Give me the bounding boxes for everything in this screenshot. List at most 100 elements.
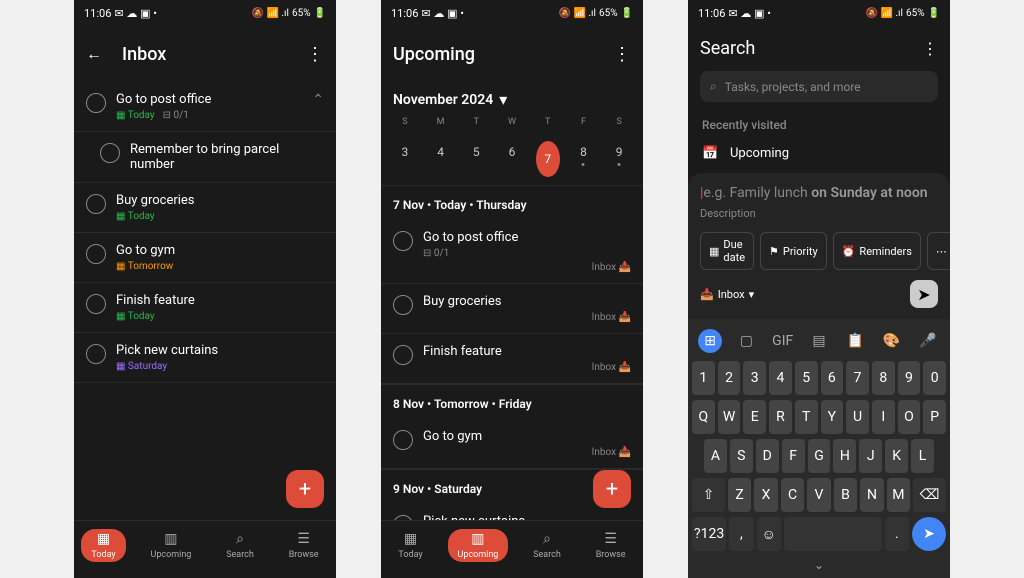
task-checkbox[interactable] (86, 194, 106, 214)
due-date-chip[interactable]: ▦Due date (700, 232, 754, 270)
add-task-fab[interactable]: + (593, 470, 631, 508)
kb-key[interactable]: L (911, 439, 934, 473)
priority-chip[interactable]: ⚑Priority (760, 232, 827, 270)
kb-key[interactable]: 0 (923, 361, 946, 395)
kb-key[interactable]: O (898, 400, 921, 434)
task-row[interactable]: Go to post office ▦ Today⊟ 0/1 ⌃ (74, 82, 336, 132)
kb-key[interactable]: W (718, 400, 741, 434)
more-chip[interactable]: ⋯ (927, 232, 950, 270)
kb-key[interactable]: A (704, 439, 727, 473)
kb-key[interactable]: 4 (769, 361, 792, 395)
kb-key[interactable]: D (756, 439, 779, 473)
overflow-icon[interactable]: ⋮ (306, 44, 324, 65)
task-row[interactable]: Pick new curtains ▦ Saturday (74, 333, 336, 383)
nav-upcoming[interactable]: ▥Upcoming (141, 529, 202, 562)
overflow-icon[interactable]: ⋮ (922, 39, 938, 58)
task-checkbox[interactable] (393, 295, 413, 315)
nav-browse[interactable]: ☰Browse (586, 529, 636, 562)
kb-emoji[interactable]: ☺ (757, 517, 781, 551)
kb-key[interactable]: J (859, 439, 882, 473)
kb-key[interactable]: 7 (846, 361, 869, 395)
calendar-day[interactable]: 3 (387, 141, 423, 177)
kb-key[interactable]: 5 (795, 361, 818, 395)
task-checkbox[interactable] (86, 294, 106, 314)
kb-tool-clipboard[interactable]: 📋 (843, 329, 867, 353)
project-selector[interactable]: 📥Inbox ▾ (700, 288, 754, 301)
kb-key[interactable]: 8 (872, 361, 895, 395)
kb-tool-translate[interactable]: ▤ (807, 329, 831, 353)
kb-key[interactable]: M (887, 478, 910, 512)
task-row[interactable]: Remember to bring parcel number (74, 132, 336, 183)
kb-key[interactable]: P (923, 400, 946, 434)
kb-key[interactable]: 2 (718, 361, 741, 395)
kb-key[interactable]: 9 (898, 361, 921, 395)
collapse-icon[interactable]: ⌃ (312, 92, 324, 108)
calendar-day[interactable]: 5 (458, 141, 494, 177)
kb-collapse-icon[interactable]: ⌄ (692, 556, 946, 572)
kb-key[interactable]: X (754, 478, 777, 512)
add-task-fab[interactable]: + (286, 470, 324, 508)
task-row[interactable]: Go to gym Inbox 📥 (381, 419, 643, 469)
kb-tool-gif[interactable]: GIF (771, 329, 795, 353)
search-input[interactable]: ⌕ Tasks, projects, and more (700, 71, 938, 102)
kb-key[interactable]: S (730, 439, 753, 473)
description-input[interactable]: Description (700, 207, 938, 220)
task-checkbox[interactable] (393, 430, 413, 450)
kb-space[interactable] (784, 517, 882, 551)
kb-key[interactable]: K (885, 439, 908, 473)
overflow-icon[interactable]: ⋮ (613, 44, 631, 65)
kb-key[interactable]: ⌫ (913, 478, 946, 512)
nav-today[interactable]: ▦Today (81, 529, 125, 562)
task-row[interactable]: Finish feature ▦ Today (74, 283, 336, 333)
task-checkbox[interactable] (86, 244, 106, 264)
kb-key[interactable]: 1 (692, 361, 715, 395)
task-row[interactable]: Buy groceries ▦ Today (74, 183, 336, 233)
task-name-input[interactable]: |e.g. Family lunch on Sunday at noon (700, 185, 938, 201)
kb-tool-grid[interactable]: ⊞ (698, 329, 722, 353)
kb-symbols[interactable]: ?123 (692, 517, 726, 551)
kb-tool-mic[interactable]: 🎤 (916, 329, 940, 353)
kb-key[interactable]: 6 (821, 361, 844, 395)
kb-comma[interactable]: , (729, 517, 753, 551)
submit-button[interactable]: ➤ (910, 280, 938, 308)
kb-send[interactable]: ➤ (912, 517, 946, 551)
kb-tool-sticker[interactable]: ▢ (734, 329, 758, 353)
kb-key[interactable]: F (782, 439, 805, 473)
calendar-day[interactable]: 6 (494, 141, 530, 177)
calendar-day[interactable]: 8 (566, 141, 602, 177)
task-row[interactable]: Finish feature Inbox 📥 (381, 334, 643, 384)
task-checkbox[interactable] (86, 93, 106, 113)
kb-key[interactable]: E (743, 400, 766, 434)
nav-browse[interactable]: ☰Browse (279, 529, 329, 562)
kb-key[interactable]: 3 (743, 361, 766, 395)
task-row[interactable]: Buy groceries Inbox 📥 (381, 284, 643, 334)
task-checkbox[interactable] (393, 345, 413, 365)
kb-key[interactable]: V (807, 478, 830, 512)
task-row[interactable]: Go to post office⊟ 0/1 Inbox 📥 (381, 220, 643, 284)
kb-key[interactable]: I (872, 400, 895, 434)
nav-upcoming[interactable]: ▥Upcoming (448, 529, 509, 562)
task-checkbox[interactable] (86, 344, 106, 364)
kb-key[interactable]: Y (821, 400, 844, 434)
back-icon[interactable]: ← (86, 44, 102, 64)
recent-item[interactable]: 📅Upcoming (688, 136, 950, 171)
month-selector[interactable]: November 2024 ▾ (381, 82, 643, 117)
nav-search[interactable]: ⌕Search (216, 529, 264, 562)
kb-key[interactable]: G (808, 439, 831, 473)
reminders-chip[interactable]: ⏰Reminders (833, 232, 921, 270)
task-checkbox[interactable] (100, 143, 120, 163)
kb-key[interactable]: C (781, 478, 804, 512)
kb-tool-theme[interactable]: 🎨 (880, 329, 904, 353)
kb-key[interactable]: U (846, 400, 869, 434)
calendar-day[interactable]: 4 (423, 141, 459, 177)
kb-key[interactable]: B (834, 478, 857, 512)
kb-key[interactable]: N (860, 478, 883, 512)
kb-key[interactable]: ⇧ (692, 478, 725, 512)
nav-today[interactable]: ▦Today (388, 529, 432, 562)
kb-period[interactable]: . (885, 517, 909, 551)
calendar-day[interactable]: 7 (530, 141, 566, 177)
kb-key[interactable]: R (769, 400, 792, 434)
nav-search[interactable]: ⌕Search (523, 529, 571, 562)
kb-key[interactable]: Q (692, 400, 715, 434)
task-checkbox[interactable] (393, 231, 413, 251)
